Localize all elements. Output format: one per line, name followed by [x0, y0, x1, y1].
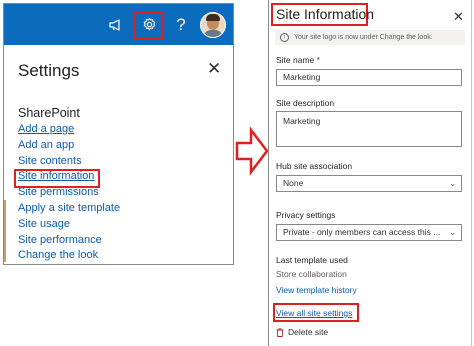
add-an-app-link[interactable]: Add an app: [18, 138, 120, 154]
site-information-panel: Site Information ✕ i Your site logo is n…: [268, 0, 472, 346]
view-template-history-link[interactable]: View template history: [276, 285, 357, 295]
site-description-label: Site description: [276, 98, 335, 108]
delete-site-button[interactable]: Delete site: [276, 327, 328, 337]
site-name-input[interactable]: Marketing: [276, 69, 462, 86]
sharepoint-heading: SharePoint: [18, 106, 80, 120]
add-a-page-link[interactable]: Add a page: [18, 122, 120, 138]
change-the-look-link[interactable]: Change the look: [18, 248, 120, 264]
site-performance-link[interactable]: Site performance: [18, 233, 120, 249]
help-glyph: ?: [176, 14, 186, 34]
avatar[interactable]: [199, 4, 227, 45]
settings-title: Settings: [18, 61, 80, 80]
site-contents-link[interactable]: Site contents: [18, 154, 120, 170]
hub-site-value: None: [283, 178, 304, 188]
site-name-label: Site name *: [276, 55, 320, 65]
chevron-down-icon: ⌄: [449, 179, 456, 188]
left-accent-strip: [4, 200, 6, 262]
info-message-text: Your site logo is now under Change the l…: [294, 34, 433, 41]
privacy-settings-dropdown[interactable]: Private - only members can access this .…: [276, 224, 462, 241]
apply-site-template-link[interactable]: Apply a site template: [18, 201, 120, 217]
delete-site-label: Delete site: [288, 327, 329, 337]
arrow-right-icon: [235, 126, 269, 176]
hub-site-association-label: Hub site association: [276, 161, 353, 171]
site-information-highlight-box: [14, 169, 100, 188]
megaphone-icon[interactable]: [104, 4, 128, 45]
last-template-label: Last template used: [276, 255, 348, 265]
site-usage-link[interactable]: Site usage: [18, 217, 120, 233]
privacy-settings-value: Private - only members can access this .…: [283, 227, 441, 237]
panel-title: Site Information: [276, 6, 375, 22]
privacy-settings-label: Privacy settings: [276, 210, 336, 220]
close-icon[interactable]: ✕: [207, 60, 221, 77]
settings-panel: ? Settings ✕ SharePoint Add a page Add a…: [3, 3, 234, 265]
last-template-value: Store collaboration: [276, 269, 347, 279]
required-mark: *: [316, 55, 320, 65]
hub-site-dropdown[interactable]: None ⌄: [276, 175, 462, 192]
avatar-image: [200, 11, 226, 38]
gear-highlight-box: [133, 12, 163, 39]
view-all-highlight-box: [273, 303, 359, 322]
info-icon: i: [280, 33, 289, 42]
help-icon[interactable]: ?: [169, 4, 193, 45]
site-description-textarea[interactable]: Marketing: [276, 111, 462, 147]
info-message-bar: i Your site logo is now under Change the…: [275, 30, 465, 45]
suite-top-bar: ?: [4, 4, 233, 45]
settings-link-list: Add a page Add an app Site contents Site…: [18, 122, 120, 264]
close-icon[interactable]: ✕: [453, 9, 464, 25]
chevron-down-icon: ⌄: [449, 228, 456, 237]
trash-icon: [276, 327, 284, 337]
